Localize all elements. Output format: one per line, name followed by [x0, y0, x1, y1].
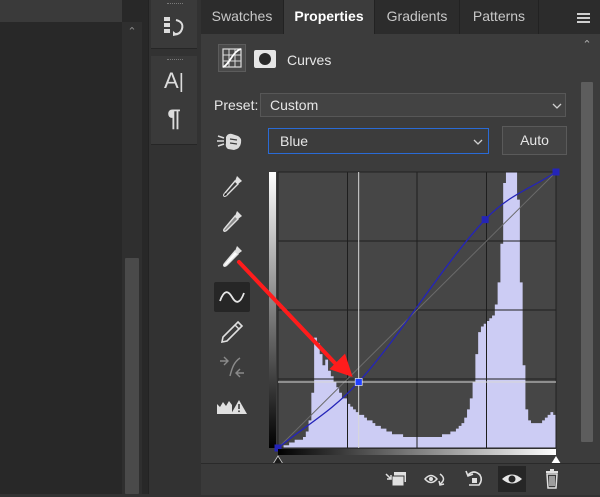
clipping-warning-icon[interactable] [214, 392, 250, 422]
input-gradient-bar [278, 449, 556, 455]
character-icon[interactable]: A| [161, 68, 187, 94]
tab-properties[interactable]: Properties [284, 0, 375, 34]
grip-handle[interactable] [167, 3, 183, 6]
panel-tab-bar: Swatches Properties Gradients Patterns [201, 0, 600, 34]
adjustment-title: Curves [287, 52, 332, 68]
curves-adjustment-icon[interactable] [218, 44, 246, 72]
panel-menu-icon[interactable] [574, 9, 594, 25]
history-brush-icon[interactable] [161, 14, 187, 40]
paragraph-glyph: ¶ [167, 105, 181, 132]
output-gradient-bar [269, 172, 276, 448]
character-glyph: A [164, 68, 179, 93]
auto-button[interactable]: Auto [502, 126, 567, 155]
layer-mask-icon[interactable] [252, 48, 278, 70]
tab-patterns[interactable]: Patterns [460, 0, 539, 34]
on-image-adjust-hand-icon[interactable] [216, 130, 244, 154]
reset-icon[interactable] [460, 466, 488, 492]
clip-to-layer-icon[interactable] [382, 466, 410, 492]
panel-scroll-up-icon[interactable]: ⌃ [581, 40, 593, 51]
pencil-icon[interactable] [214, 317, 250, 347]
document-scroll-up-icon[interactable]: ⌃ [126, 27, 138, 38]
tab-swatches[interactable]: Swatches [201, 0, 284, 34]
visibility-eye-icon[interactable] [498, 466, 526, 492]
tool-group-history [151, 0, 197, 49]
tool-group-type: A| ¶ [151, 56, 197, 145]
curve-editor[interactable] [237, 168, 561, 466]
control-point[interactable] [552, 168, 560, 176]
view-previous-icon[interactable] [422, 466, 450, 492]
grip-handle[interactable] [167, 59, 183, 62]
smooth-curve-icon [214, 352, 250, 382]
tab-gradients[interactable]: Gradients [375, 0, 460, 34]
document-tab-strip [0, 0, 122, 22]
paragraph-icon[interactable]: ¶ [161, 106, 187, 132]
panel-scrollbar-thumb[interactable] [581, 82, 593, 442]
document-scrollbar-thumb[interactable] [125, 258, 139, 494]
channel-value: Blue [280, 133, 309, 149]
control-point[interactable] [481, 216, 489, 224]
panel-tool-strip: A| ¶ [148, 0, 202, 494]
chevron-down-icon [472, 135, 484, 147]
trash-icon[interactable] [538, 466, 566, 492]
preset-value: Custom [270, 97, 319, 113]
curve-edit-icon[interactable] [214, 282, 250, 312]
black-eyedropper-icon[interactable] [214, 172, 250, 202]
gray-eyedropper-icon[interactable] [214, 207, 250, 237]
selected-control-point[interactable] [354, 378, 363, 386]
chevron-down-icon [551, 99, 563, 111]
preset-label: Preset: [214, 97, 259, 113]
